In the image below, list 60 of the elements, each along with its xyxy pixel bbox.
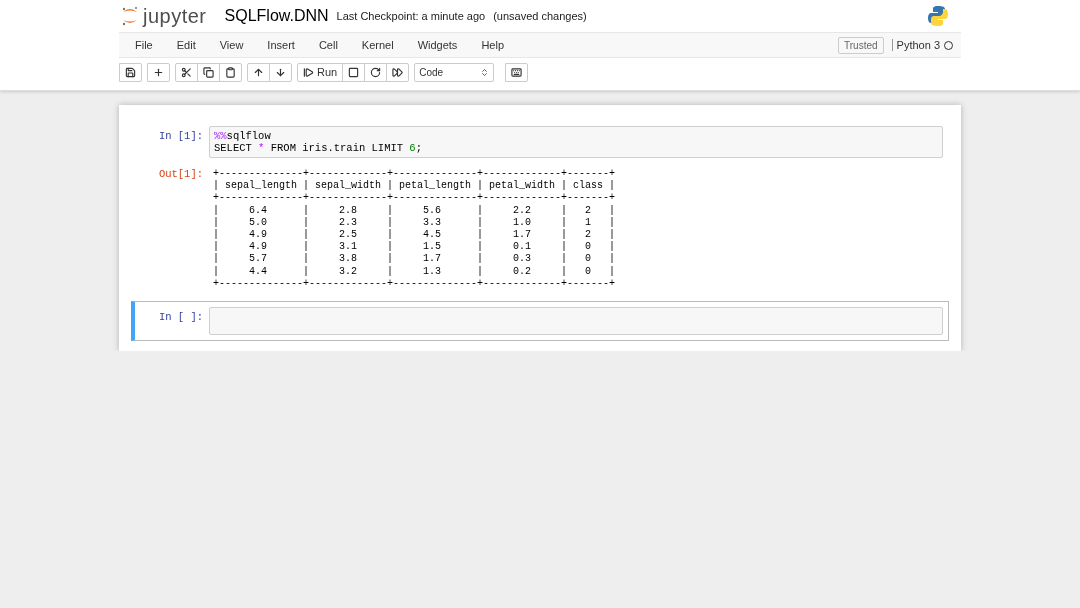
keyboard-icon bbox=[511, 66, 523, 78]
save-icon bbox=[125, 66, 136, 78]
kernel-name: Python 3 bbox=[891, 39, 940, 51]
output-line: | 5.0 | 2.3 | 3.3 | 1.0 | 1 | bbox=[213, 216, 616, 229]
cell-type-select[interactable]: Code bbox=[414, 62, 495, 82]
output-line: | 4.4 | 3.2 | 1.3 | 0.2 | 0 | bbox=[213, 265, 616, 278]
output-line: | 5.7 | 3.8 | 1.7 | 0.3 | 0 | bbox=[213, 253, 616, 266]
checkpoint-text: Last Checkpoint: a minute ago bbox=[336, 10, 486, 22]
menu-item[interactable]: View bbox=[207, 39, 256, 51]
code-input[interactable] bbox=[209, 307, 943, 336]
stop-icon bbox=[348, 66, 360, 78]
input-prompt: In [ ]: bbox=[157, 310, 204, 324]
copy-button[interactable] bbox=[197, 62, 220, 82]
restart-icon bbox=[370, 66, 382, 78]
menu-item[interactable]: Edit bbox=[164, 39, 208, 51]
menu-item[interactable]: Kernel bbox=[349, 39, 406, 51]
logo-icon bbox=[121, 6, 139, 26]
plus-icon bbox=[153, 66, 164, 78]
menu-item[interactable]: Help bbox=[469, 39, 516, 51]
output-line: +--------------+-------------+--------------+-------------+-------+ bbox=[213, 168, 616, 180]
cut-button[interactable] bbox=[175, 62, 198, 82]
move-down-button[interactable] bbox=[269, 62, 292, 82]
output-line: | 6.4 | 2.8 | 5.6 | 2.2 | 2 | bbox=[213, 204, 616, 217]
input-prompt: In [1]: bbox=[157, 129, 204, 142]
step-forward-icon bbox=[303, 66, 314, 78]
paste-button[interactable] bbox=[219, 62, 242, 82]
scissors-icon bbox=[181, 66, 192, 78]
output-line: +--------------+-------------+--------------+-------------+-------+ bbox=[213, 277, 616, 291]
add-cell-button[interactable] bbox=[147, 62, 170, 82]
arrow-down-icon bbox=[275, 66, 286, 78]
output-line: | 4.9 | 3.1 | 1.5 | 0.1 | 0 | bbox=[213, 241, 616, 253]
run-all-button[interactable] bbox=[386, 62, 410, 82]
save-status: (unsaved changes) bbox=[493, 10, 587, 22]
restart-button[interactable] bbox=[364, 62, 388, 82]
menu-item[interactable]: Insert bbox=[255, 39, 307, 51]
output-line: +--------------+-------------+--------------+-------------+-------+ bbox=[213, 192, 616, 205]
copy-icon bbox=[203, 66, 214, 78]
output-line: | sepal_length | sepal_width | petal_length | petal_width | class | bbox=[213, 180, 616, 193]
menu-item[interactable]: File bbox=[123, 39, 165, 51]
output-prompt: Out[1]: bbox=[157, 167, 204, 182]
fast-forward-icon bbox=[392, 66, 404, 78]
output-line: | 4.9 | 2.5 | 4.5 | 1.7 | 2 | bbox=[213, 229, 616, 241]
save-button[interactable] bbox=[119, 62, 142, 82]
stop-button[interactable] bbox=[342, 62, 366, 82]
keyboard-button[interactable] bbox=[505, 62, 529, 82]
chevrons-icon bbox=[480, 67, 490, 77]
logo-text: jupyter bbox=[143, 4, 207, 28]
code-line: SELECT * FROM iris.train LIMIT 6; bbox=[214, 142, 423, 154]
arrow-up-icon bbox=[253, 66, 264, 78]
menu-item[interactable]: Widgets bbox=[405, 39, 470, 51]
menu-item[interactable]: Cell bbox=[306, 39, 350, 51]
code-input[interactable]: %%sqlflow SELECT * FROM iris.train LIMIT 6; bbox=[209, 126, 943, 158]
trusted-indicator[interactable]: Trusted bbox=[838, 36, 884, 54]
notebook-name[interactable]: SQLFlow.DNN bbox=[224, 7, 329, 25]
clipboard-icon bbox=[225, 66, 236, 78]
code-line: %%sqlflow bbox=[214, 130, 272, 142]
run-button[interactable]: Run bbox=[297, 62, 344, 82]
move-up-button[interactable] bbox=[247, 62, 270, 82]
notebook-cell[interactable]: In [ ]: bbox=[131, 301, 949, 342]
snake-logo-icon bbox=[927, 5, 949, 27]
